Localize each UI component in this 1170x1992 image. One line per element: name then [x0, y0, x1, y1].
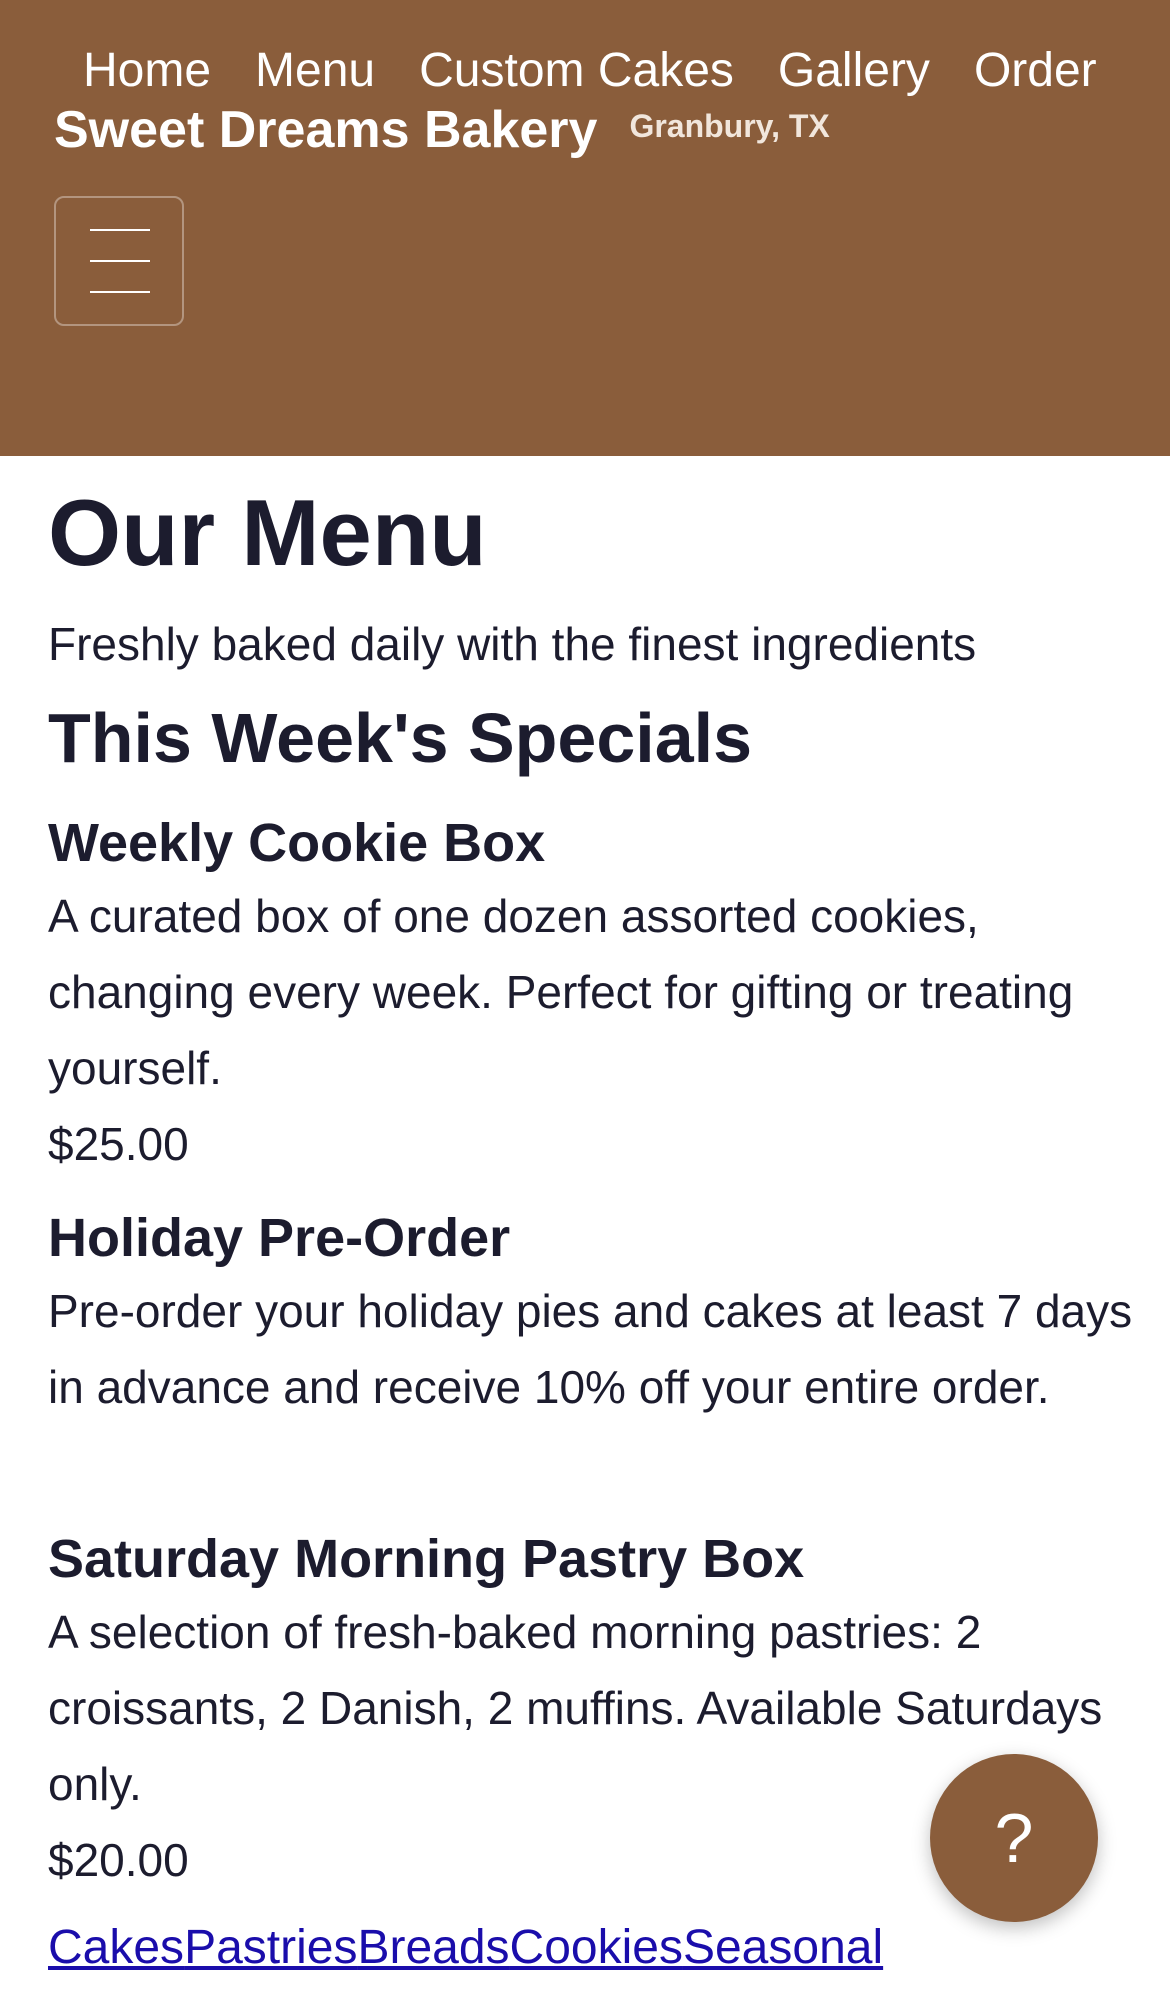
nav-link-home[interactable]: Home: [83, 36, 211, 106]
special-name: Weekly Cookie Box: [48, 813, 546, 873]
nav-link-gallery[interactable]: Gallery: [778, 36, 930, 106]
special-name: Saturday Morning Pastry Box: [48, 1529, 805, 1589]
category-link-pastries[interactable]: Pastries: [184, 1921, 357, 1974]
page-title: Our Menu: [48, 480, 487, 585]
brand: Sweet Dreams Bakery Granbury, TX: [54, 100, 830, 160]
brand-location: Granbury, TX: [629, 108, 830, 144]
specials-heading: This Week's Specials: [48, 699, 753, 777]
nav-link-menu[interactable]: Menu: [255, 36, 375, 106]
special-description: Pre-order your holiday pies and cakes at…: [48, 1285, 1133, 1413]
site-header: Home Menu Custom Cakes Gallery Order Swe…: [0, 0, 1170, 456]
brand-name[interactable]: Sweet Dreams Bakery: [54, 100, 597, 160]
menu-toggle-button[interactable]: [54, 196, 184, 326]
special-item: Holiday Pre-Order Pre-order your holiday…: [48, 1203, 1138, 1425]
special-name: Holiday Pre-Order: [48, 1208, 511, 1268]
page-subtitle: Freshly baked daily with the finest ingr…: [48, 618, 977, 670]
special-description: A curated box of one dozen assorted cook…: [48, 890, 1074, 1094]
help-button[interactable]: ?: [930, 1754, 1098, 1922]
nav-link-order[interactable]: Order: [974, 36, 1097, 106]
category-link-breads[interactable]: Breads: [357, 1921, 509, 1974]
special-price: $25.00: [48, 1118, 189, 1170]
category-nav: CakesPastriesBreadsCookiesSeasonal: [48, 1916, 883, 1980]
category-link-cakes[interactable]: Cakes: [48, 1921, 184, 1974]
help-icon: ?: [994, 1799, 1034, 1877]
category-link-seasonal[interactable]: Seasonal: [683, 1921, 883, 1974]
special-item: Weekly Cookie Box A curated box of one d…: [48, 808, 1138, 1182]
category-link-cookies[interactable]: Cookies: [510, 1921, 683, 1974]
top-nav: Home Menu Custom Cakes Gallery Order: [83, 36, 1141, 106]
nav-link-custom-cakes[interactable]: Custom Cakes: [419, 36, 734, 106]
